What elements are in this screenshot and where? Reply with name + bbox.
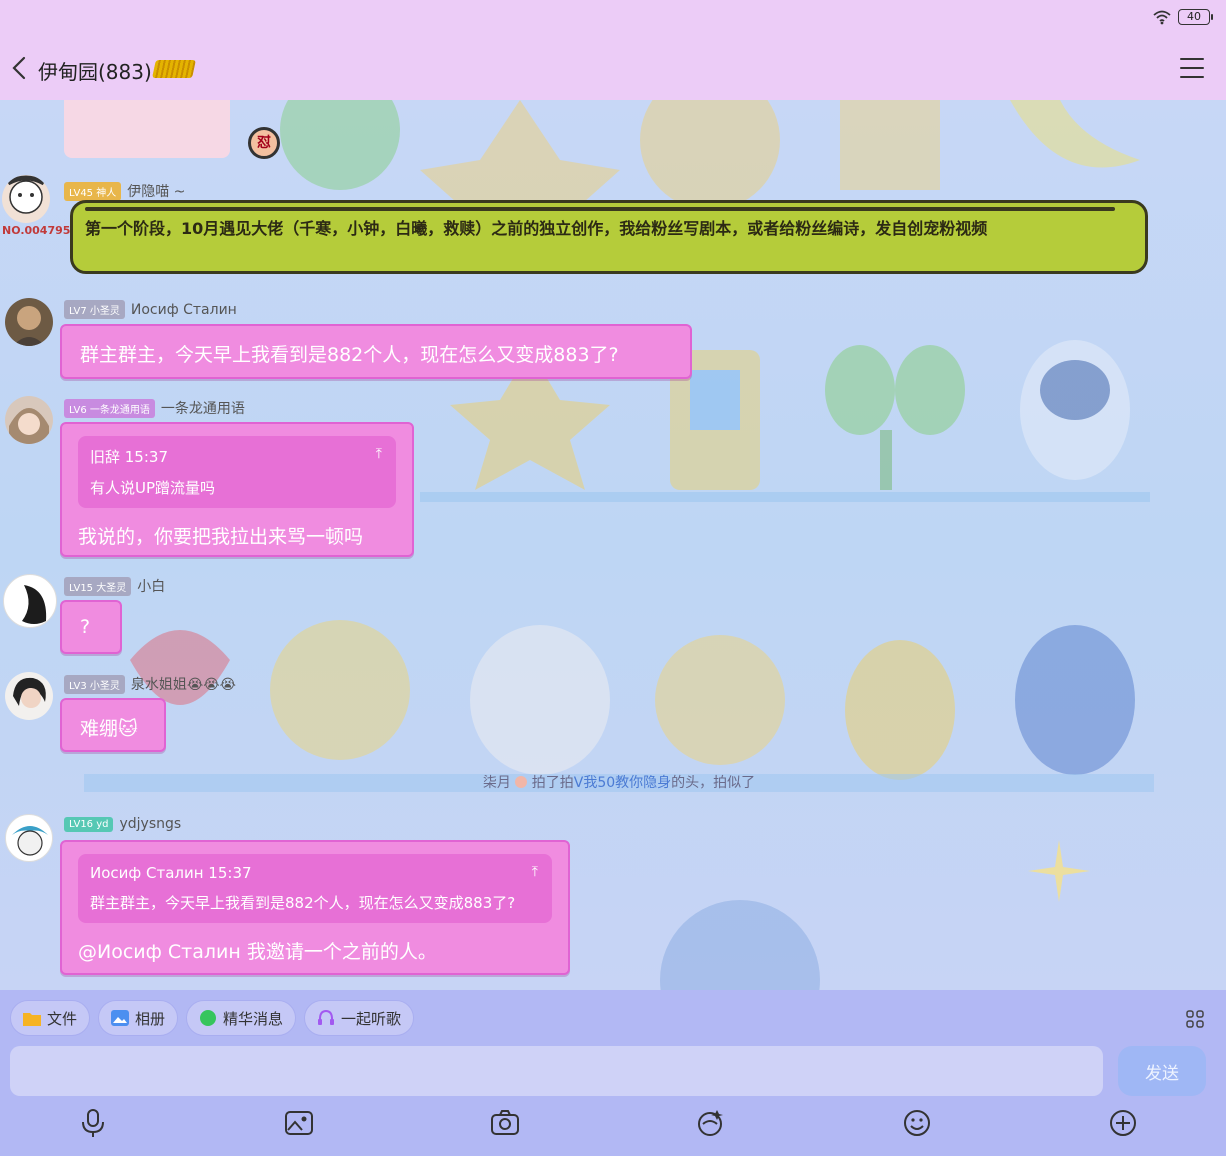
message-meta: LV3 小圣灵 泉水姐姐😭😭😭 bbox=[64, 674, 236, 694]
page-title: 伊甸园(883) bbox=[38, 60, 152, 84]
avatar[interactable] bbox=[5, 814, 53, 862]
album-button[interactable]: 相册 bbox=[98, 1000, 179, 1036]
level-badge: LV6 一条龙通用语 bbox=[64, 398, 155, 418]
sender-name[interactable]: ydjysngs bbox=[119, 816, 181, 832]
message-bubble[interactable]: ? bbox=[60, 600, 122, 654]
sparkle-icon bbox=[1028, 840, 1090, 902]
essence-messages-button[interactable]: 精华消息 bbox=[186, 1000, 297, 1036]
system-tail: 的头，拍似了 bbox=[671, 775, 756, 791]
file-button[interactable]: 文件 bbox=[10, 1000, 91, 1036]
group-badge-icon bbox=[152, 60, 196, 78]
sticker-face-icon[interactable] bbox=[695, 1108, 725, 1138]
chat-list[interactable]: 怼 NO.004795 LV45 神人 伊隐喵 ~ 第一个阶段，10月遇见大佬（… bbox=[0, 100, 1226, 990]
avatar[interactable] bbox=[2, 175, 50, 223]
avatar[interactable] bbox=[5, 672, 53, 720]
quick-actions: 文件 相册 精华消息 一起听歌 bbox=[10, 1000, 415, 1036]
message-input[interactable] bbox=[10, 1046, 1103, 1096]
quote-text: 有人说UP蹭流量吗 bbox=[90, 479, 216, 497]
hand-icon bbox=[515, 776, 528, 788]
message-meta: LV6 一条龙通用语 一条龙通用语 bbox=[64, 398, 245, 418]
message-bubble[interactable]: 第一个阶段，10月遇见大佬（千寒，小钟，白曦，救赎）之前的独立创作，我给粉丝写剧… bbox=[70, 200, 1148, 274]
level-badge: LV45 神人 bbox=[64, 181, 122, 201]
message-meta: LV16 yd ydjysngs bbox=[64, 816, 181, 832]
message-meta: LV15 大圣灵 小白 bbox=[64, 576, 165, 596]
system-notice: 柒月 拍了拍V我50教你隐身的头，拍似了 bbox=[84, 774, 1154, 792]
status-bar: 40 bbox=[0, 0, 1226, 36]
avatar[interactable] bbox=[3, 574, 57, 628]
quoted-message[interactable]: 旧辞 15:37 ⤒ 有人说UP蹭流量吗 bbox=[78, 436, 396, 508]
message-bubble[interactable]: 难绷🐱 bbox=[60, 698, 166, 752]
sender-name[interactable]: 一条龙通用语 bbox=[161, 398, 245, 418]
system-verb: 拍了拍 bbox=[531, 775, 574, 791]
jump-up-icon[interactable]: ⤒ bbox=[376, 446, 382, 462]
jump-up-icon[interactable]: ⤒ bbox=[532, 864, 538, 880]
menu-icon[interactable] bbox=[1180, 58, 1204, 78]
essence-label: 精华消息 bbox=[223, 1009, 284, 1028]
album-label: 相册 bbox=[135, 1009, 166, 1028]
system-target[interactable]: V我50教你隐身 bbox=[574, 775, 671, 791]
listen-label: 一起听歌 bbox=[341, 1009, 402, 1028]
previous-image-message[interactable] bbox=[64, 100, 230, 158]
emoji-icon[interactable] bbox=[902, 1108, 932, 1138]
quote-author: Иосиф Сталин 15:37 bbox=[90, 864, 252, 882]
input-mode-bar bbox=[0, 1108, 1226, 1148]
battery-icon: 40 bbox=[1178, 9, 1213, 25]
sender-name[interactable]: 泉水姐姐😭😭😭 bbox=[131, 674, 236, 694]
message-text: 我说的，你要把我拉出来骂一顿吗 bbox=[78, 526, 364, 548]
plus-icon[interactable] bbox=[1108, 1108, 1138, 1138]
level-badge: LV15 大圣灵 bbox=[64, 576, 132, 596]
level-badge: LV7 小圣灵 bbox=[64, 300, 125, 319]
input-toolbar: 文件 相册 精华消息 一起听歌 发送 bbox=[0, 990, 1226, 1156]
message-bubble[interactable]: Иосиф Сталин 15:37 ⤒ 群主群主，今天早上我看到是882个人，… bbox=[60, 840, 570, 975]
avatar-tag: NO.004795 bbox=[2, 224, 71, 237]
sender-name[interactable]: 小白 bbox=[137, 576, 165, 596]
app-grid-icon[interactable] bbox=[1186, 1010, 1204, 1028]
file-label: 文件 bbox=[47, 1009, 78, 1028]
quote-author: 旧辞 15:37 bbox=[90, 448, 168, 466]
wifi-icon bbox=[1153, 10, 1171, 25]
system-actor[interactable]: 柒月 bbox=[483, 775, 511, 791]
photo-icon bbox=[111, 1010, 130, 1026]
level-badge: LV16 yd bbox=[64, 816, 114, 832]
quote-text: 群主群主，今天早上我看到是882个人，现在怎么又变成883了? bbox=[90, 894, 516, 912]
avatar[interactable] bbox=[5, 298, 53, 346]
avatar[interactable] bbox=[5, 396, 53, 444]
message-text: @Иосиф Сталин 我邀请一个之前的人。 bbox=[78, 941, 437, 963]
send-button[interactable]: 发送 bbox=[1118, 1046, 1206, 1096]
level-badge: LV3 小圣灵 bbox=[64, 674, 125, 694]
chat-header: 伊甸园(883) bbox=[0, 36, 1226, 100]
message-bubble[interactable]: 群主群主，今天早上我看到是882个人，现在怎么又变成883了? bbox=[60, 324, 692, 379]
microphone-icon[interactable] bbox=[78, 1108, 108, 1138]
quoted-message[interactable]: Иосиф Сталин 15:37 ⤒ 群主群主，今天早上我看到是882个人，… bbox=[78, 854, 552, 923]
sender-name[interactable]: Иосиф Сталин bbox=[131, 302, 237, 318]
music-icon bbox=[318, 1009, 335, 1025]
back-icon[interactable] bbox=[8, 54, 30, 82]
message-bubble[interactable]: 旧辞 15:37 ⤒ 有人说UP蹭流量吗 我说的，你要把我拉出来骂一顿吗 bbox=[60, 422, 414, 557]
message-meta: LV45 神人 伊隐喵 ~ bbox=[64, 181, 185, 201]
message-meta: LV7 小圣灵 Иосиф Сталин bbox=[64, 300, 237, 319]
image-icon[interactable] bbox=[284, 1108, 314, 1138]
camera-icon[interactable] bbox=[490, 1108, 520, 1138]
folder-icon bbox=[23, 1013, 41, 1026]
listen-together-button[interactable]: 一起听歌 bbox=[304, 1000, 415, 1036]
sticker-icon: 怼 bbox=[248, 127, 280, 159]
sender-name[interactable]: 伊隐喵 ~ bbox=[127, 181, 185, 201]
chat-bubble-icon bbox=[200, 1010, 217, 1026]
